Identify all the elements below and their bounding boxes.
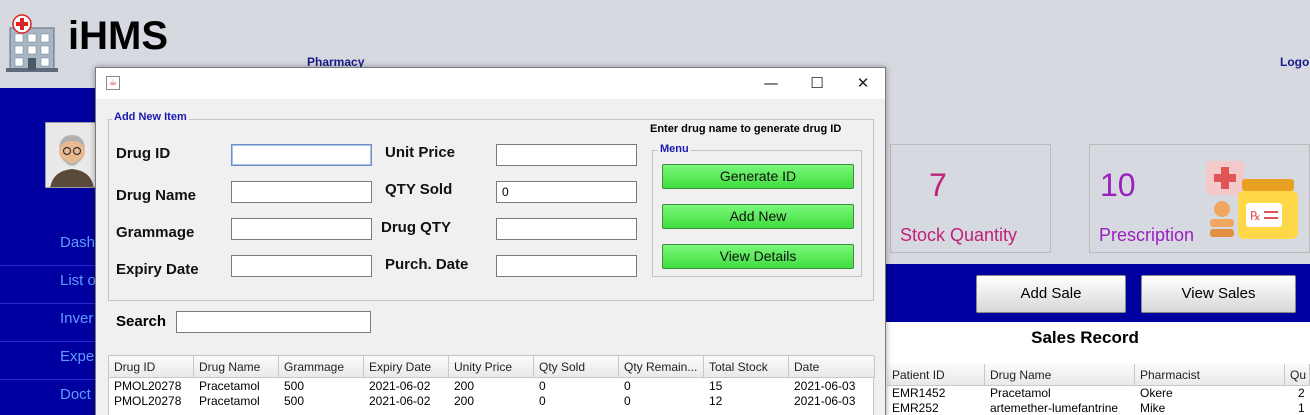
stock-quantity-value: 7 <box>929 167 947 203</box>
drug-name-input[interactable] <box>231 181 372 203</box>
drug-id-input[interactable] <box>231 144 372 166</box>
table-cell: PMOL20278 <box>114 394 182 408</box>
column-header[interactable]: Total Stock <box>704 356 789 378</box>
table-cell: Pracetamol <box>199 394 260 408</box>
table-cell: 0 <box>624 379 631 393</box>
purch-date-label: Purch. Date <box>385 256 469 273</box>
drug-id-label: Drug ID <box>116 145 171 162</box>
search-input[interactable] <box>176 311 371 333</box>
drug-id-hint: Enter drug name to generate drug ID <box>650 123 842 135</box>
sidebar-item-inventory[interactable]: Inver <box>0 304 100 342</box>
sales-toolbar: Add Sale View Sales <box>885 264 1310 322</box>
column-header[interactable]: Patient ID <box>887 364 985 386</box>
prescription-label: Prescription <box>1099 225 1195 245</box>
hospital-logo-icon <box>6 14 58 72</box>
table-cell: artemether-lumefantrine <box>990 401 1119 415</box>
close-button[interactable]: ✕ <box>840 68 886 99</box>
svg-text:℞: ℞ <box>1250 209 1261 223</box>
add-item-dialog: ☕ — ☐ ✕ Add New Item Drug ID Drug Name G… <box>95 67 886 415</box>
table-cell: Pracetamol <box>199 379 260 393</box>
add-new-button[interactable]: Add New <box>662 204 854 229</box>
dialog-titlebar[interactable]: ☕ — ☐ ✕ <box>96 68 885 99</box>
table-cell: Mike <box>1140 401 1166 415</box>
drug-qty-label: Drug QTY <box>381 219 451 236</box>
medicine-icon: ℞ <box>1202 157 1302 246</box>
purch-date-input[interactable] <box>496 255 637 277</box>
column-header[interactable]: Date <box>789 356 875 378</box>
stock-quantity-label: Stock Quantity <box>900 225 1018 245</box>
column-header[interactable]: Pharmacist <box>1135 364 1285 386</box>
drug-name-label: Drug Name <box>116 187 197 204</box>
stock-quantity-card: 7 Stock Quantity <box>890 144 1051 253</box>
sidebar-item-list[interactable]: List o <box>0 266 100 304</box>
column-header[interactable]: Qty Remain... <box>619 356 704 378</box>
table-cell: 500 <box>284 379 305 393</box>
unit-price-input[interactable] <box>496 144 637 166</box>
sidebar-item-dashboard[interactable]: Dash <box>0 228 100 266</box>
logout-link[interactable]: Logo <box>1280 55 1309 69</box>
table-cell: 15 <box>709 379 723 393</box>
table-cell: 200 <box>454 379 475 393</box>
add-sale-button[interactable]: Add Sale <box>976 275 1126 313</box>
table-cell: 0 <box>539 394 546 408</box>
drug-items-table: Drug ID Drug Name Grammage Expiry Date U… <box>108 355 875 415</box>
grammage-label: Grammage <box>116 224 195 241</box>
prescription-value: 10 <box>1100 167 1136 203</box>
table-cell: 2021-06-02 <box>369 394 431 408</box>
table-cell: EMR1452 <box>892 386 946 400</box>
qty-sold-label: QTY Sold <box>385 181 453 198</box>
grammage-input[interactable] <box>231 218 372 240</box>
view-sales-button[interactable]: View Sales <box>1141 275 1296 313</box>
column-header[interactable]: Qty Sold <box>534 356 619 378</box>
menu-group-title: Menu <box>658 143 691 155</box>
table-cell: EMR252 <box>892 401 939 415</box>
sidebar-item-expense[interactable]: Expe <box>0 342 100 380</box>
search-label: Search <box>116 313 167 330</box>
table-cell: 2021-06-03 <box>794 379 856 393</box>
column-header[interactable]: Drug Name <box>985 364 1135 386</box>
sidebar-item-doctors[interactable]: Doct <box>0 380 100 415</box>
expiry-date-label: Expiry Date <box>116 261 199 278</box>
column-header[interactable]: Expiry Date <box>364 356 449 378</box>
table-cell: 2 <box>1298 386 1305 400</box>
column-header[interactable]: Drug Name <box>194 356 279 378</box>
column-header[interactable]: Unity Price <box>449 356 534 378</box>
expiry-date-input[interactable] <box>231 255 372 277</box>
table-cell: Okere <box>1140 386 1173 400</box>
java-icon: ☕ <box>106 76 120 90</box>
table-cell: 0 <box>624 394 631 408</box>
qty-sold-input[interactable] <box>496 181 637 203</box>
add-item-group-title: Add New Item <box>112 111 189 123</box>
prescription-card: 10 Prescription ℞ <box>1089 144 1310 253</box>
sales-record-title: Sales Record <box>1031 328 1139 347</box>
table-cell: 500 <box>284 394 305 408</box>
unit-price-label: Unit Price <box>385 144 456 161</box>
avatar <box>45 122 97 188</box>
column-header[interactable]: Qu <box>1285 364 1310 386</box>
table-cell: Pracetamol <box>990 386 1051 400</box>
minimize-button[interactable]: — <box>748 68 794 99</box>
table-cell: 2021-06-03 <box>794 394 856 408</box>
generate-id-button[interactable]: Generate ID <box>662 164 854 189</box>
table-cell: 0 <box>539 379 546 393</box>
app-title: iHMS <box>68 14 168 58</box>
column-header[interactable]: Drug ID <box>109 356 194 378</box>
table-cell: PMOL20278 <box>114 379 182 393</box>
drug-qty-input[interactable] <box>496 218 637 240</box>
table-cell: 1 <box>1298 401 1305 415</box>
table-cell: 200 <box>454 394 475 408</box>
table-cell: 2021-06-02 <box>369 379 431 393</box>
view-details-button[interactable]: View Details <box>662 244 854 269</box>
maximize-button[interactable]: ☐ <box>794 68 840 99</box>
sales-record-panel: Sales Record Patient ID Drug Name Pharma… <box>885 322 1310 415</box>
column-header[interactable]: Grammage <box>279 356 364 378</box>
table-cell: 12 <box>709 394 723 408</box>
